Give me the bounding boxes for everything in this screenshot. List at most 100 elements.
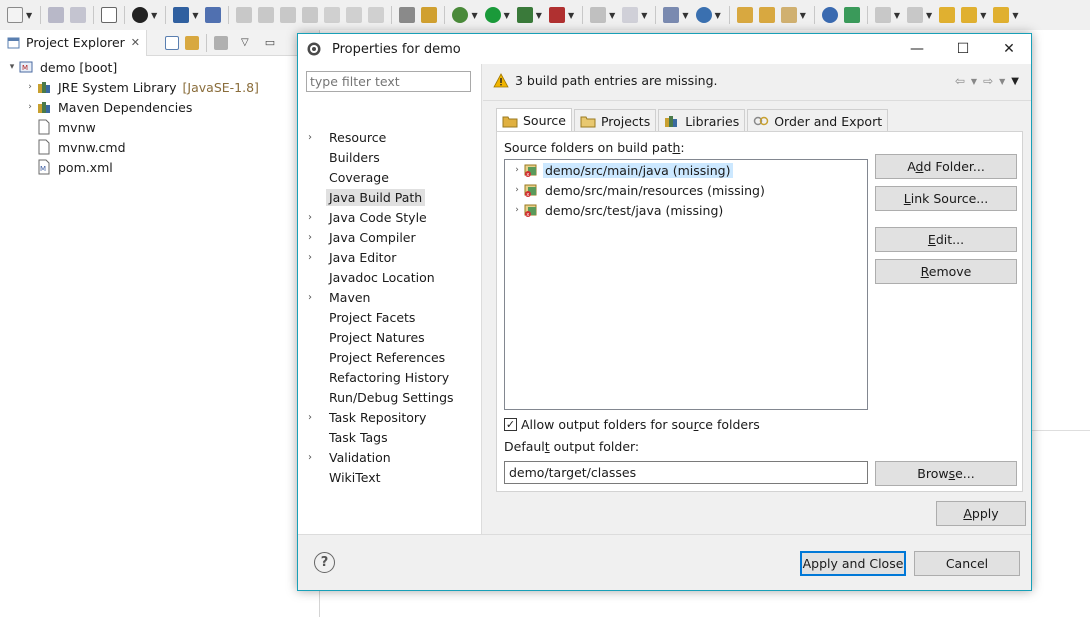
forward-icon[interactable] [993, 7, 1010, 23]
view-menu-icon[interactable]: ▽ [241, 37, 249, 48]
link-source-button[interactable]: Link Source... [875, 186, 1017, 211]
skip-breakpoints-icon[interactable] [205, 7, 222, 23]
tree-toggle-icon[interactable]: › [24, 82, 36, 92]
nav-item[interactable]: › Java Editor [308, 247, 457, 267]
run-icon[interactable] [484, 7, 501, 23]
remove-button[interactable]: Remove [875, 259, 1017, 284]
project-explorer-tab[interactable]: Project Explorer ✕ [0, 29, 148, 56]
next-annotation-icon[interactable] [874, 7, 891, 23]
nav-expand-icon[interactable]: › [308, 452, 326, 463]
nav-item[interactable]: › Maven [308, 287, 457, 307]
dropdown-arrow-icon[interactable]: ▼ [926, 11, 932, 20]
link-with-editor-icon[interactable] [185, 35, 200, 50]
external-tools-icon[interactable] [548, 7, 565, 23]
nav-item[interactable]: Javadoc Location [308, 267, 457, 287]
nav-expand-icon[interactable]: › [308, 412, 326, 423]
back-dropdown-icon[interactable]: ▼ [971, 77, 977, 86]
explorer-tree-item[interactable]: mvnw.cmd [0, 137, 319, 157]
filter-icon[interactable] [214, 35, 229, 50]
cancel-button[interactable]: Cancel [914, 551, 1020, 576]
last-edit-icon[interactable] [939, 7, 956, 23]
dropdown-arrow-icon[interactable]: ▼ [151, 11, 157, 20]
dropdown-arrow-icon[interactable]: ▼ [715, 11, 721, 20]
tree-toggle-icon[interactable]: › [24, 102, 36, 112]
nav-item[interactable]: › Java Compiler [308, 227, 457, 247]
dropdown-arrow-icon[interactable]: ▼ [980, 11, 986, 20]
nav-item[interactable]: Run/Debug Settings [308, 387, 457, 407]
add-folder-button[interactable]: Add Folder... [875, 154, 1017, 179]
nav-expand-icon[interactable]: › [308, 232, 326, 243]
dropdown-arrow-icon[interactable]: ▼ [471, 11, 477, 20]
source-folder-item[interactable]: › x demo/src/main/resources (missing) [505, 180, 867, 200]
forward-dropdown-icon[interactable]: ▼ [999, 77, 1005, 86]
new-icon[interactable] [7, 7, 23, 23]
dropdown-arrow-icon[interactable]: ▼ [682, 11, 688, 20]
explorer-tree-item[interactable]: Mpom.xml [0, 157, 319, 177]
nav-expand-icon[interactable]: › [308, 292, 326, 303]
nav-item[interactable]: Project References [308, 347, 457, 367]
step-over-icon[interactable] [346, 7, 363, 23]
console-icon[interactable] [173, 7, 190, 23]
nav-expand-icon[interactable]: › [308, 212, 326, 223]
open-folder-icon[interactable] [736, 7, 753, 23]
profile-icon[interactable] [132, 7, 149, 23]
nav-item[interactable]: › Task Repository [308, 407, 457, 427]
tab-libraries[interactable]: Libraries [658, 109, 746, 132]
pencil-icon[interactable] [780, 7, 797, 23]
tab-source[interactable]: Source [496, 108, 572, 132]
prev-annotation-icon[interactable] [907, 7, 924, 23]
tab-projects[interactable]: Projects [573, 109, 657, 132]
resume-icon[interactable] [236, 7, 253, 23]
globe-icon[interactable] [821, 7, 838, 23]
nav-item[interactable]: Builders [308, 147, 457, 167]
nav-item[interactable]: WikiText [308, 467, 457, 487]
apply-button[interactable]: Apply [936, 501, 1026, 526]
dropdown-arrow-icon[interactable]: ▼ [800, 11, 806, 20]
terminate-icon[interactable] [280, 7, 297, 23]
binary-icon[interactable] [101, 7, 118, 23]
nav-item[interactable]: Project Facets [308, 307, 457, 327]
nav-item[interactable]: Task Tags [308, 427, 457, 447]
task-list-icon[interactable] [399, 7, 416, 23]
minimize-view-icon[interactable]: ▭ [265, 36, 275, 49]
source-folder-item[interactable]: › x demo/src/main/java (missing) [505, 160, 867, 180]
minimize-button[interactable]: — [894, 34, 940, 64]
dropdown-arrow-icon[interactable]: ▼ [536, 11, 542, 20]
source-folders-tree[interactable]: › x demo/src/main/java (missing) › x demo/src… [504, 159, 868, 410]
dropdown-arrow-icon[interactable]: ▼ [1012, 11, 1018, 20]
step-return-icon[interactable] [368, 7, 385, 23]
dropdown-arrow-icon[interactable]: ▼ [192, 11, 198, 20]
dropdown-arrow-icon[interactable]: ▼ [894, 11, 900, 20]
back-arrow-icon[interactable]: ⇦ [955, 74, 965, 88]
nav-item[interactable]: › Validation [308, 447, 457, 467]
tree-toggle-icon[interactable]: › [511, 185, 523, 195]
dropdown-arrow-icon[interactable]: ▼ [504, 11, 510, 20]
nav-item[interactable]: Coverage [308, 167, 457, 187]
collapse-all-icon[interactable] [165, 35, 180, 50]
nav-item[interactable]: Refactoring History [308, 367, 457, 387]
close-button[interactable]: ✕ [986, 34, 1032, 64]
tab-order-and-export[interactable]: Order and Export [747, 109, 889, 132]
maximize-button[interactable]: ☐ [940, 34, 986, 64]
coverage-icon[interactable] [516, 7, 533, 23]
filter-input[interactable] [306, 71, 471, 92]
browse-button[interactable]: Browse... [875, 461, 1017, 486]
nav-item[interactable]: Java Build Path [308, 187, 457, 207]
explorer-tree-item[interactable]: mvnw [0, 117, 319, 137]
servers-icon[interactable] [622, 7, 639, 23]
disconnect-icon[interactable] [302, 7, 319, 23]
close-tab-icon[interactable]: ✕ [131, 36, 140, 49]
allow-output-row[interactable]: ✓ Allow output folders for source folder… [504, 417, 760, 432]
step-into-icon[interactable] [324, 7, 341, 23]
open-type-icon[interactable] [758, 7, 775, 23]
nav-item[interactable]: › Java Code Style [308, 207, 457, 227]
dropdown-arrow-icon[interactable]: ▼ [641, 11, 647, 20]
dropdown-arrow-icon[interactable]: ▼ [609, 11, 615, 20]
debug-icon[interactable] [452, 7, 469, 23]
dropdown-arrow-icon[interactable]: ▼ [568, 11, 574, 20]
wand-icon[interactable] [421, 7, 438, 23]
nav-item[interactable]: › Resource [308, 127, 457, 147]
nav-item[interactable]: Project Natures [308, 327, 457, 347]
default-output-field[interactable] [504, 461, 868, 484]
tree-toggle-icon[interactable]: ▾ [6, 62, 18, 72]
